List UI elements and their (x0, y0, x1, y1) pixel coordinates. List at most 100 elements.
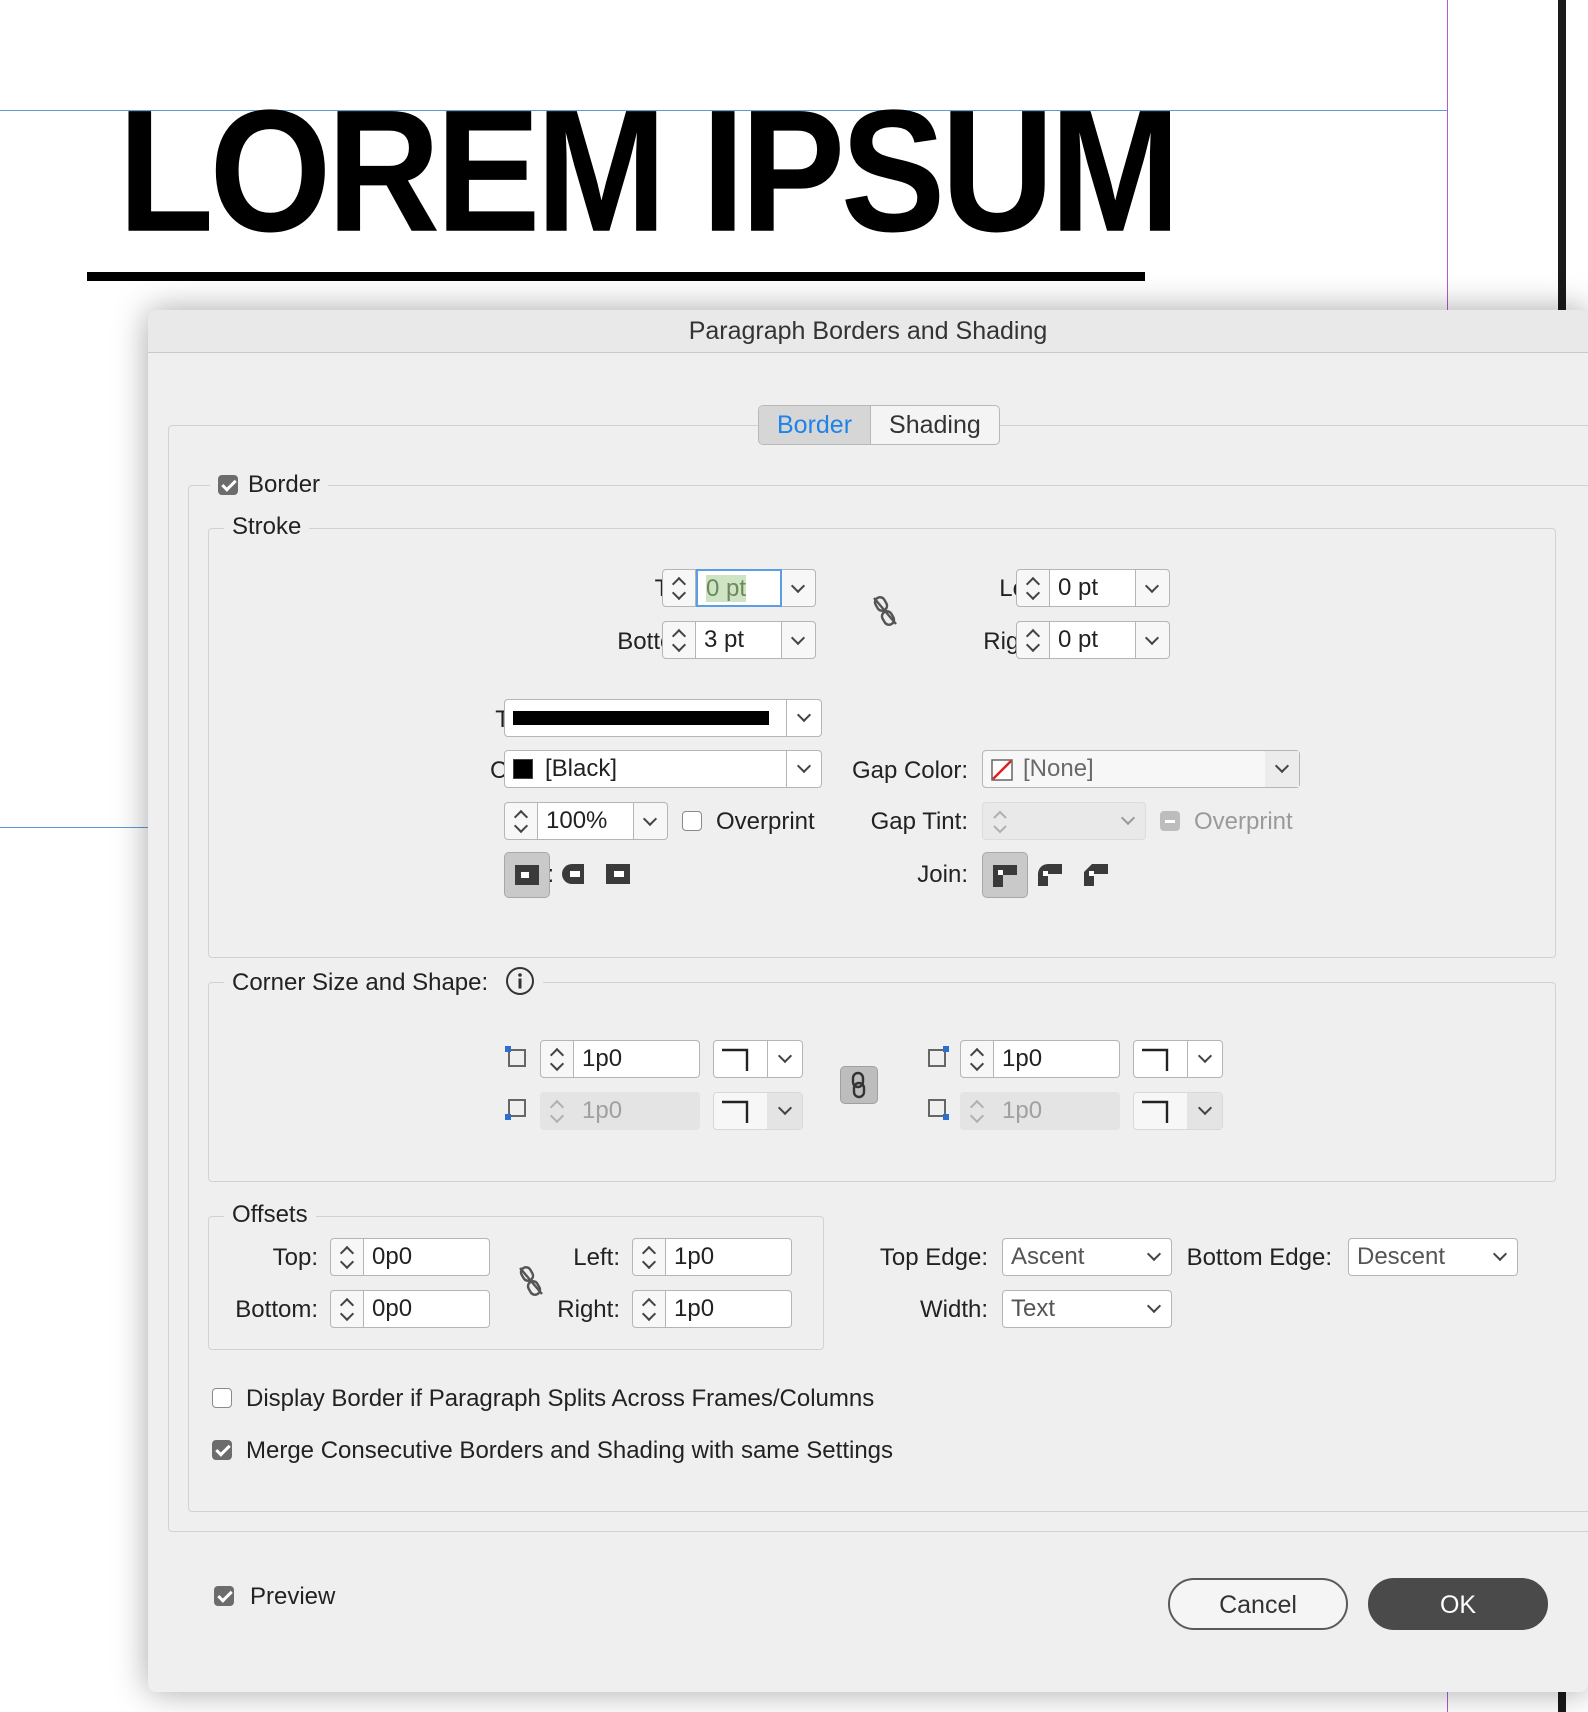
none-swatch-icon (991, 759, 1013, 781)
border-checkbox[interactable] (218, 475, 238, 495)
merge-borders-checkbox[interactable] (212, 1440, 232, 1460)
offset-right-value[interactable]: 1p0 (666, 1290, 792, 1328)
offset-left-stepper[interactable] (632, 1238, 666, 1276)
gap-tint-field (982, 802, 1146, 840)
stroke-bottom-field[interactable]: 3 pt (662, 621, 816, 659)
offset-top-field[interactable]: 0p0 (330, 1238, 490, 1276)
round-cap-icon (562, 864, 584, 884)
headline-bottom-border (87, 272, 1145, 281)
stroke-color-dropdown[interactable]: [Black] (504, 750, 822, 788)
display-split-checkbox[interactable] (212, 1388, 232, 1408)
tab-shading[interactable]: Shading (871, 406, 999, 444)
top-right-corner-shape-chevron[interactable] (1187, 1041, 1222, 1077)
top-left-corner-shape-dropdown[interactable] (713, 1040, 803, 1078)
stroke-tint-dropdown[interactable] (634, 802, 668, 840)
corner-legend: Corner Size and Shape: (224, 966, 543, 998)
preview-checkbox[interactable] (214, 1586, 234, 1606)
offset-bottom-field[interactable]: 0p0 (330, 1290, 490, 1328)
info-icon[interactable] (505, 966, 535, 996)
offset-bottom-value[interactable]: 0p0 (364, 1290, 490, 1328)
stroke-left-field[interactable]: 0 pt (1016, 569, 1170, 607)
offset-bottom-stepper[interactable] (330, 1290, 364, 1328)
offset-top-value[interactable]: 0p0 (364, 1238, 490, 1276)
stroke-bottom-dropdown[interactable] (782, 621, 816, 659)
stroke-right-value[interactable]: 0 pt (1050, 621, 1136, 659)
stroke-top-dropdown[interactable] (782, 569, 816, 607)
paragraph-borders-dialog: Paragraph Borders and Shading Border Sha… (148, 310, 1588, 1692)
bottom-right-corner-value: 1p0 (994, 1092, 1120, 1130)
gap-color-dropdown[interactable]: [None] (982, 750, 1300, 788)
stroke-top-value: 0 pt (706, 575, 747, 602)
width-dropdown[interactable]: Text (1002, 1290, 1172, 1328)
stroke-bottom-stepper[interactable] (662, 621, 696, 659)
stroke-bottom-value[interactable]: 3 pt (696, 621, 782, 659)
top-right-corner-size-field[interactable]: 1p0 (960, 1040, 1120, 1078)
stroke-type-dropdown[interactable] (504, 699, 822, 737)
top-left-corner-stepper[interactable] (540, 1040, 574, 1078)
offset-left-field[interactable]: 1p0 (632, 1238, 792, 1276)
stroke-group (208, 528, 1556, 958)
cancel-button[interactable]: Cancel (1168, 1578, 1348, 1630)
round-join-button[interactable] (1028, 852, 1074, 898)
overprint-gap-checkbox (1160, 811, 1180, 831)
bottom-right-corner-shape-chevron (1187, 1093, 1222, 1129)
black-swatch (513, 759, 533, 779)
corner-legend-text: Corner Size and Shape: (232, 969, 489, 996)
top-right-corner-stepper[interactable] (960, 1040, 994, 1078)
stroke-right-dropdown[interactable] (1136, 621, 1170, 659)
headline-text[interactable]: LOREM IPSUM (118, 84, 1181, 258)
corner-shape-icon (722, 1048, 749, 1071)
bevel-join-button[interactable] (1074, 852, 1120, 898)
offset-right-label: Right: (557, 1296, 620, 1323)
top-edge-chevron[interactable] (1137, 1239, 1171, 1275)
ok-button[interactable]: OK (1368, 1578, 1548, 1630)
bottom-edge-dropdown[interactable]: Descent (1348, 1238, 1518, 1276)
offset-right-field[interactable]: 1p0 (632, 1290, 792, 1328)
stroke-right-stepper[interactable] (1016, 621, 1050, 659)
offset-left-value[interactable]: 1p0 (666, 1238, 792, 1276)
stroke-top-field[interactable]: 0 pt (662, 569, 816, 607)
bevel-join-icon (1084, 864, 1108, 886)
stroke-left-dropdown[interactable] (1136, 569, 1170, 607)
projecting-cap-icon (606, 864, 630, 884)
round-cap-button[interactable] (550, 852, 596, 898)
top-right-corner-icon (928, 1046, 949, 1067)
stroke-left-stepper[interactable] (1016, 569, 1050, 607)
projecting-cap-button[interactable] (596, 852, 642, 898)
bottom-left-corner-shape-chevron (767, 1093, 802, 1129)
miter-join-button[interactable] (982, 852, 1028, 898)
top-left-corner-shape-chevron[interactable] (767, 1041, 802, 1077)
overprint-stroke-checkbox[interactable] (682, 811, 702, 831)
top-right-corner-value[interactable]: 1p0 (994, 1040, 1120, 1078)
stroke-tint-value[interactable]: 100% (538, 802, 634, 840)
bottom-right-corner-shape-dropdown (1133, 1092, 1223, 1130)
stroke-top-stepper[interactable] (662, 569, 696, 607)
butt-cap-button[interactable] (504, 852, 550, 898)
corner-shape-icon (1142, 1048, 1169, 1071)
bottom-left-corner-shape-dropdown (713, 1092, 803, 1130)
top-left-corner-value[interactable]: 1p0 (574, 1040, 700, 1078)
tab-bar: Border Shading (758, 405, 1000, 445)
stroke-type-chevron[interactable] (786, 700, 821, 736)
top-left-corner-size-field[interactable]: 1p0 (540, 1040, 700, 1078)
stroke-right-field[interactable]: 0 pt (1016, 621, 1170, 659)
bottom-left-corner-size-field: 1p0 (540, 1092, 700, 1130)
tab-border[interactable]: Border (759, 406, 872, 444)
top-right-corner-shape-dropdown[interactable] (1133, 1040, 1223, 1078)
unlink-chain-icon[interactable] (870, 594, 900, 628)
stroke-color-value: [Black] (545, 755, 618, 782)
stroke-tint-stepper[interactable] (504, 802, 538, 840)
top-edge-dropdown[interactable]: Ascent (1002, 1238, 1172, 1276)
gap-color-chevron[interactable] (1265, 751, 1299, 787)
bottom-edge-value: Descent (1357, 1243, 1446, 1270)
stroke-tint-field[interactable]: 100% (504, 802, 668, 840)
link-corners-button[interactable] (840, 1066, 878, 1104)
stroke-left-value[interactable]: 0 pt (1050, 569, 1136, 607)
width-chevron[interactable] (1137, 1291, 1171, 1327)
offset-left-label: Left: (573, 1244, 620, 1271)
bottom-edge-label: Bottom Edge: (1186, 1244, 1332, 1271)
bottom-edge-chevron[interactable] (1483, 1239, 1517, 1275)
link-chain-icon (851, 1071, 866, 1099)
offset-top-stepper[interactable] (330, 1238, 364, 1276)
offset-right-stepper[interactable] (632, 1290, 666, 1328)
